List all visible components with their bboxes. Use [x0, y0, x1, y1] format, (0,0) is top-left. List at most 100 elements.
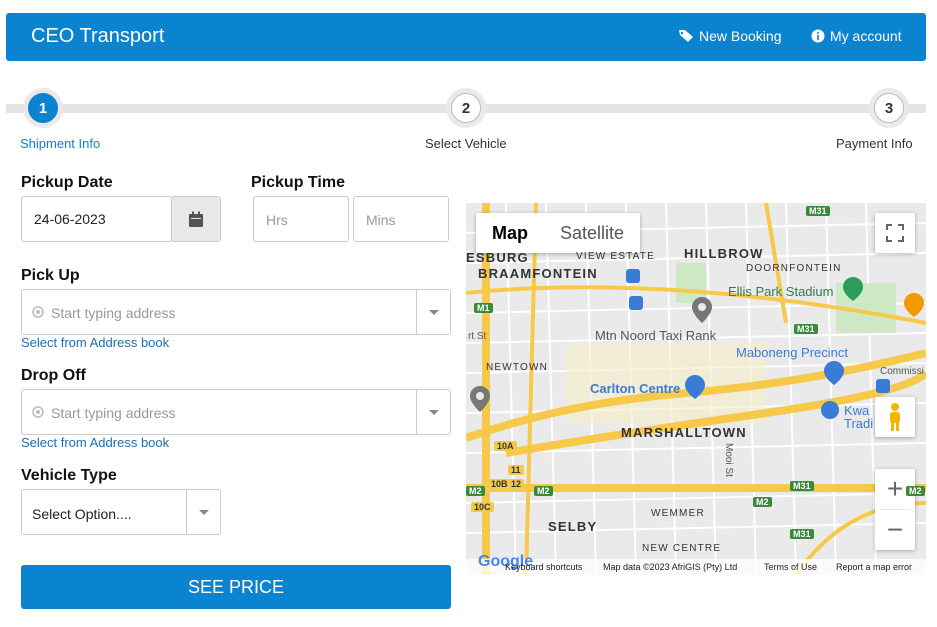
minutes-input[interactable]: Mins [353, 196, 449, 242]
pickup-date-label: Pickup Date [21, 174, 113, 191]
map-label-selby: SELBY [548, 519, 598, 534]
location-target-icon [32, 406, 44, 418]
route-badge-m31: M31 [806, 206, 830, 216]
route-badge-10a: 10A [494, 441, 517, 451]
fullscreen-icon [886, 224, 904, 242]
restaurant-icon[interactable] [904, 293, 924, 317]
route-badge-m2: M2 [534, 486, 553, 496]
route-badge-m1: M1 [474, 303, 493, 313]
dropoff-address-input[interactable]: Start typing address [21, 389, 451, 435]
route-badge-m2: M2 [906, 486, 925, 496]
terms-of-use-link[interactable]: Terms of Use [764, 562, 817, 572]
top-navbar: CEO Transport New Booking My account [6, 13, 926, 61]
pickup-label: Pick Up [21, 267, 80, 284]
stadium-icon[interactable] [843, 277, 863, 301]
pickup-dropdown-toggle[interactable] [416, 290, 450, 334]
map-label-commissi: Commissi [880, 366, 924, 377]
dropoff-label: Drop Off [21, 367, 86, 384]
calendar-icon [189, 211, 203, 227]
map-label-new-centre: NEW CENTRE [642, 543, 722, 554]
route-badge-m2: M2 [466, 486, 485, 496]
dropoff-dropdown-toggle[interactable] [416, 390, 450, 434]
map-label-hillbrow: HILLBROW [684, 246, 764, 261]
map-label-newtown: NEWTOWN [486, 362, 549, 373]
map-view[interactable]: Map Satellite + − ESBURG BRAAMFONTEIN VI… [466, 203, 926, 575]
street-view-button[interactable] [875, 397, 915, 437]
pickup-address-placeholder: Start typing address [51, 305, 176, 321]
map-poi-carlton-centre[interactable]: Carlton Centre [590, 381, 680, 396]
vehicle-type-label: Vehicle Type [21, 467, 117, 484]
location-target-icon [32, 306, 44, 318]
minutes-placeholder: Mins [366, 212, 396, 228]
map-label-esburg: ESBURG [466, 250, 529, 265]
vehicle-type-select[interactable]: Select Option.... [21, 489, 221, 535]
hours-placeholder: Hrs [266, 212, 288, 228]
shopping-cart-icon[interactable] [821, 401, 839, 419]
route-badge-m2: M2 [753, 497, 772, 507]
hours-input[interactable]: Hrs [253, 196, 349, 242]
shopping-icon[interactable] [685, 375, 705, 399]
map-poi-ellis-park[interactable]: Ellis Park Stadium [728, 284, 833, 299]
progress-stepper: 1 Shipment Info 2 Select Vehicle 3 Payme… [0, 88, 937, 158]
pegman-icon [890, 403, 900, 431]
tag-icon [679, 30, 693, 42]
zoom-out-button[interactable]: − [875, 510, 915, 550]
step-3-circle[interactable]: 3 [869, 88, 909, 128]
train-station-icon[interactable] [629, 296, 643, 310]
vehicle-type-value: Select Option.... [32, 506, 132, 522]
see-price-button[interactable]: SEE PRICE [21, 565, 451, 609]
pickup-address-book-link[interactable]: Select from Address book [21, 335, 169, 350]
map-label-wemmer: WEMMER [651, 508, 705, 519]
vehicle-type-dropdown-toggle[interactable] [186, 490, 220, 534]
map-label-braamfontein: BRAAMFONTEIN [478, 266, 598, 281]
pickup-date-value: 24-06-2023 [34, 211, 106, 227]
pickup-time-label: Pickup Time [251, 174, 345, 191]
my-account-label: My account [830, 28, 902, 44]
map-tab-map[interactable]: Map [476, 213, 544, 253]
shopping-icon[interactable] [824, 361, 844, 385]
map-label-mooi-st: Mooi St [723, 443, 734, 477]
train-station-icon[interactable] [876, 379, 890, 393]
step-1-circle[interactable]: 1 [23, 88, 63, 128]
route-badge-10c: 10C [471, 502, 494, 512]
step-2-number: 2 [451, 93, 481, 123]
map-poi-tradi[interactable]: Tradi [844, 416, 873, 431]
dropoff-address-book-link[interactable]: Select from Address book [21, 435, 169, 450]
route-badge-11: 11 [508, 465, 524, 475]
step-2-circle[interactable]: 2 [446, 88, 486, 128]
map-label-marshalltown: MARSHALLTOWN [621, 425, 747, 440]
info-icon [811, 29, 825, 43]
map-type-tabs: Map Satellite [476, 213, 641, 253]
step-1-label: Shipment Info [20, 136, 101, 151]
train-station-icon[interactable] [626, 269, 640, 283]
map-label-doornfontein: DOORNFONTEIN [746, 263, 842, 274]
step-3-label: Payment Info [836, 136, 913, 151]
map-poi-taxi-rank[interactable]: Mtn Noord Taxi Rank [595, 328, 716, 343]
fullscreen-button[interactable] [875, 213, 915, 253]
report-map-error-link[interactable]: Report a map error [836, 562, 912, 572]
step-3-number: 3 [874, 93, 904, 123]
map-label-view-estate: VIEW ESTATE [576, 251, 655, 262]
route-badge-m31: M31 [790, 529, 814, 539]
route-badge-m31: M31 [790, 481, 814, 491]
my-account-link[interactable]: My account [811, 28, 902, 44]
brand-title[interactable]: CEO Transport [31, 25, 164, 48]
chevron-down-icon [428, 409, 439, 415]
zoom-controls: + − [875, 469, 915, 550]
new-booking-link[interactable]: New Booking [678, 28, 782, 44]
location-pin-icon[interactable] [692, 297, 712, 323]
location-pin-icon[interactable] [470, 386, 490, 412]
map-footer: Google Keyboard shortcuts Map data ©2023… [466, 553, 926, 575]
map-tab-satellite[interactable]: Satellite [544, 213, 640, 253]
step-2-label: Select Vehicle [425, 136, 507, 151]
map-label-rt-st: rt St [468, 331, 487, 342]
map-poi-maboneng[interactable]: Maboneng Precinct [736, 345, 848, 360]
chevron-down-icon [428, 309, 439, 315]
keyboard-shortcuts-link[interactable]: Keyboard shortcuts [505, 562, 583, 572]
map-data-attribution: Map data ©2023 AfriGIS (Pty) Ltd [603, 562, 738, 572]
pickup-date-input[interactable]: 24-06-2023 [21, 196, 172, 242]
pickup-address-input[interactable]: Start typing address [21, 289, 451, 335]
calendar-button[interactable] [171, 196, 221, 242]
dropoff-address-placeholder: Start typing address [51, 405, 176, 421]
chevron-down-icon [198, 509, 209, 515]
